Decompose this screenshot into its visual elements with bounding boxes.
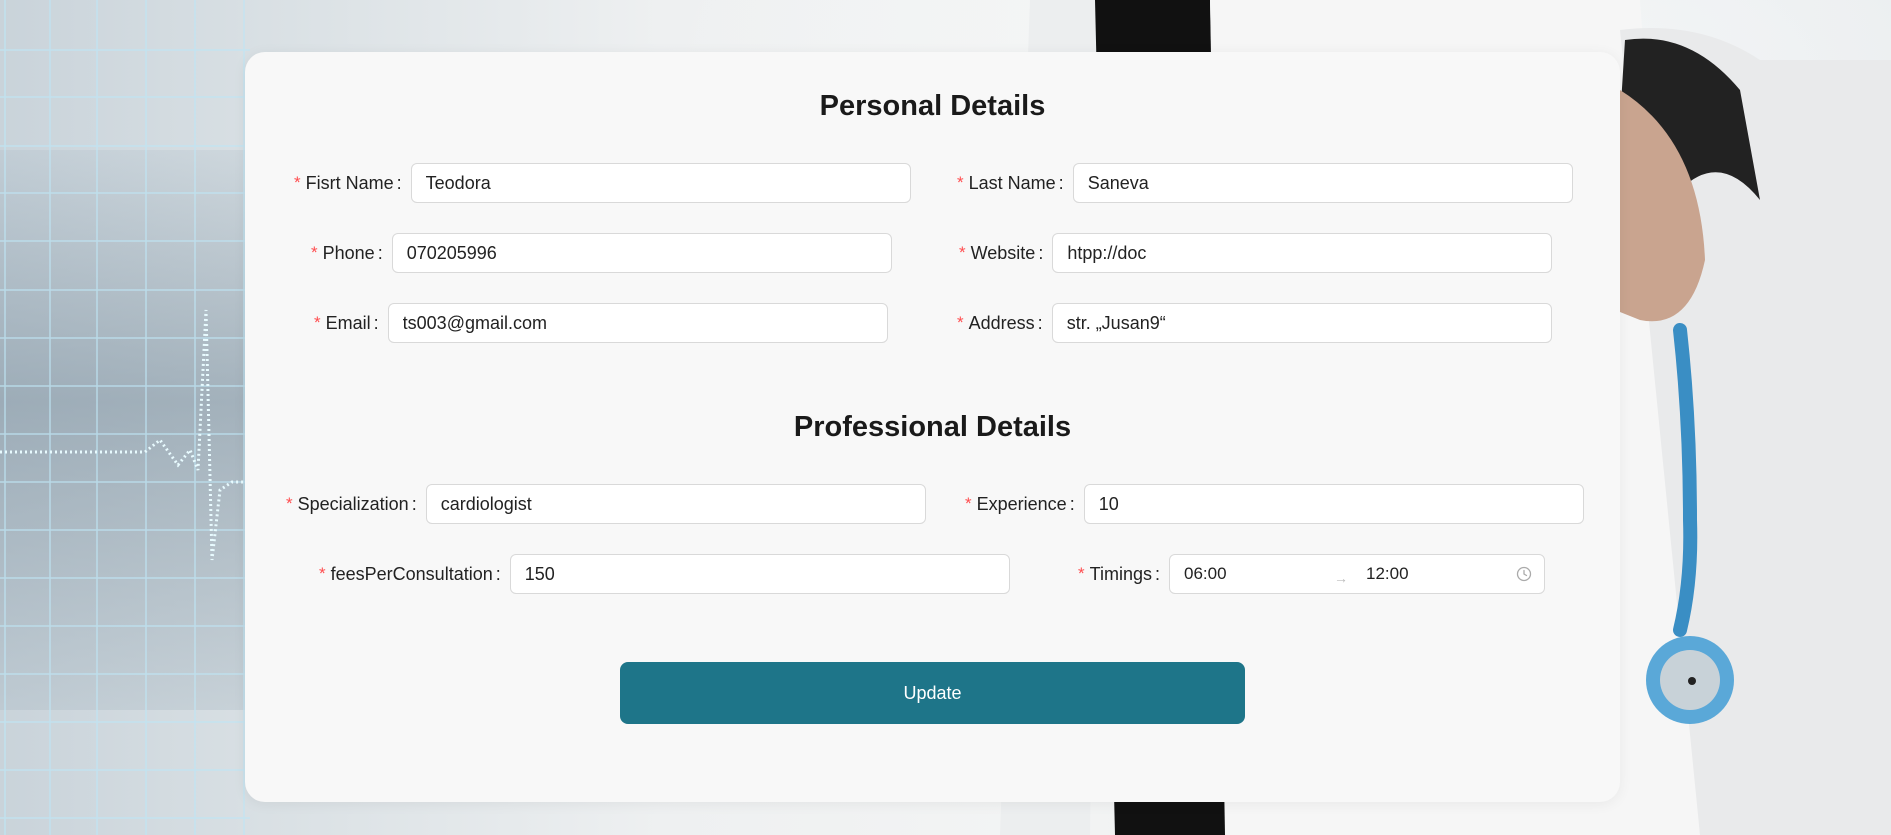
experience-field: * Experience: — [965, 484, 1584, 524]
personal-details-title: Personal Details — [819, 90, 1046, 122]
timings-end-input[interactable]: 12:00 — [1366, 564, 1516, 584]
experience-input[interactable] — [1083, 484, 1584, 524]
last-name-input[interactable] — [1072, 163, 1573, 203]
first-name-input[interactable] — [410, 163, 911, 203]
phone-field: * Phone: — [311, 233, 892, 273]
website-field: * Website: — [959, 233, 1553, 273]
required-marker: * — [314, 313, 321, 332]
address-input[interactable] — [1051, 303, 1552, 343]
timings-field: * Timings: 06:00 → 12:00 — [1078, 554, 1545, 594]
timings-start-input[interactable]: 06:00 — [1184, 564, 1334, 584]
required-marker: * — [286, 494, 293, 513]
website-input[interactable] — [1052, 233, 1553, 273]
required-marker: * — [1078, 564, 1085, 583]
website-label: Website — [970, 242, 1036, 263]
email-field: * Email: — [314, 303, 888, 343]
phone-label: Phone — [322, 242, 375, 263]
specialization-label: Specialization — [297, 493, 409, 514]
specialization-field: * Specialization: — [286, 484, 926, 524]
required-marker: * — [959, 243, 966, 262]
ecg-grid-decoration — [0, 0, 250, 835]
required-marker: * — [957, 173, 964, 192]
required-marker: * — [965, 494, 972, 513]
last-name-label: Last Name — [968, 172, 1056, 193]
last-name-field: * Last Name: — [957, 163, 1573, 203]
fees-input[interactable] — [509, 554, 1010, 594]
professional-details-title: Professional Details — [793, 411, 1072, 443]
address-label: Address — [968, 312, 1035, 333]
fees-field: * feesPerConsultation: — [319, 554, 1010, 594]
clock-icon — [1516, 566, 1532, 582]
timings-range-picker[interactable]: 06:00 → 12:00 — [1168, 554, 1545, 594]
update-button[interactable]: Update — [620, 662, 1245, 724]
profile-form-card: Personal Details *Fisrt Name: *Last Name… — [245, 52, 1620, 802]
email-input[interactable] — [387, 303, 888, 343]
experience-label: Experience — [976, 493, 1067, 514]
required-marker: * — [957, 313, 964, 332]
first-name-field: * Fisrt Name: — [294, 163, 911, 203]
required-marker: * — [319, 564, 326, 583]
range-arrow-icon: → — [1333, 570, 1348, 586]
required-marker: * — [311, 243, 318, 262]
required-marker: * — [294, 173, 301, 192]
email-label: Email — [325, 312, 371, 333]
address-field: * Address: — [957, 303, 1552, 343]
timings-label: Timings — [1089, 563, 1152, 584]
first-name-label: Fisrt Name — [305, 172, 394, 193]
fees-label: feesPerConsultation — [330, 563, 493, 584]
phone-input[interactable] — [391, 233, 892, 273]
specialization-input[interactable] — [425, 484, 926, 524]
